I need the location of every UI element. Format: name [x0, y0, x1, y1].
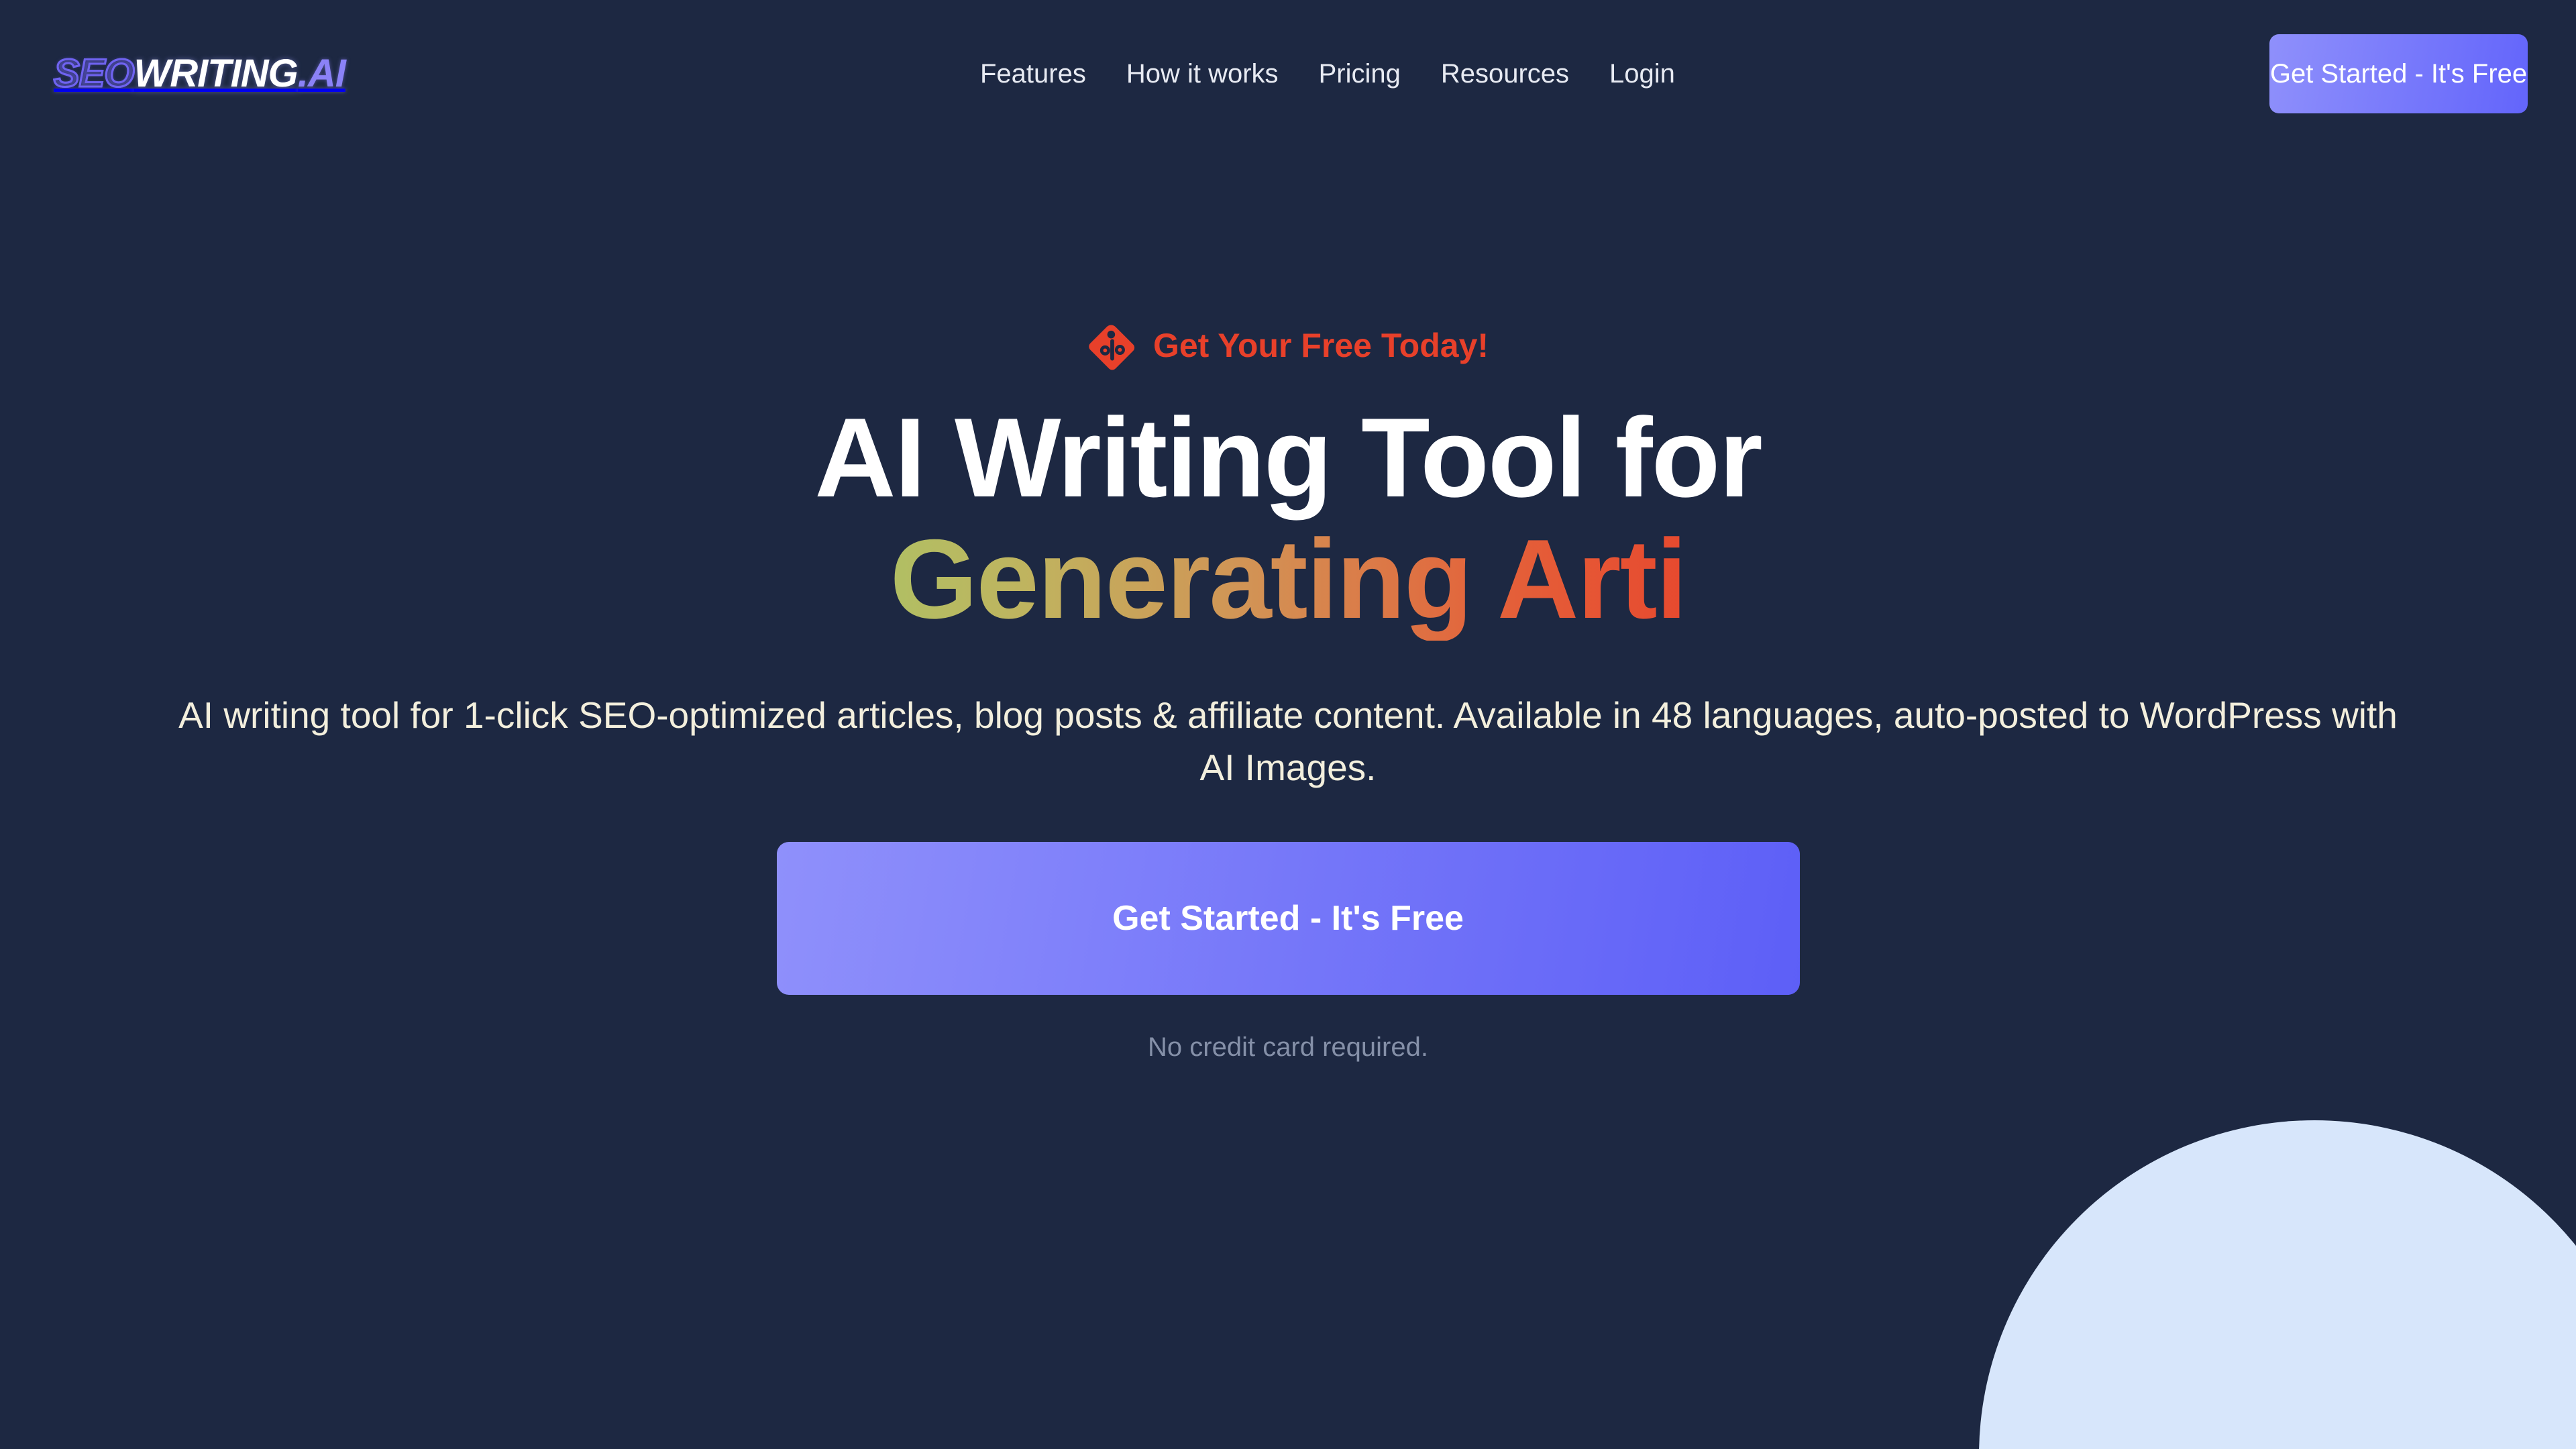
nav-item-pricing[interactable]: Pricing	[1299, 59, 1421, 89]
promo-text: Get Your Free Today!	[1152, 327, 1489, 364]
decorative-circle	[1979, 1120, 2576, 1449]
discount-tag-icon	[1089, 325, 1134, 370]
page-title: AI Writing Tool for Generating Arti	[814, 394, 1762, 641]
site-header: SEO WRITING .AI Features How it works Pric…	[0, 0, 2576, 148]
logo-text-seo: SEO	[53, 52, 136, 95]
header-get-started-button[interactable]: Get Started - It's Free	[2269, 34, 2528, 113]
hero-disclaimer-note: No credit card required.	[1148, 1032, 1428, 1063]
hero-section: Get Your Free Today! AI Writing Tool for…	[0, 148, 2576, 1063]
nav-item-resources[interactable]: Resources	[1421, 59, 1589, 89]
hero-get-started-button[interactable]: Get Started - It's Free	[776, 842, 1800, 996]
logo-text-writing: WRITING	[133, 52, 299, 95]
site-logo[interactable]: SEO WRITING .AI	[53, 52, 346, 95]
nav-item-login[interactable]: Login	[1589, 59, 1695, 89]
logo-text-ai: .AI	[297, 52, 346, 95]
page-title-line-1: AI Writing Tool for	[814, 394, 1762, 521]
page-title-line-2: Generating Arti	[814, 518, 1762, 640]
nav-item-how-it-works[interactable]: How it works	[1106, 59, 1299, 89]
promo-banner: Get Your Free Today!	[1087, 321, 1489, 370]
primary-navigation: Features How it works Pricing Resources …	[386, 59, 2269, 89]
hero-subtitle: AI writing tool for 1-click SEO-optimize…	[178, 694, 2398, 788]
nav-item-features[interactable]: Features	[960, 59, 1106, 89]
